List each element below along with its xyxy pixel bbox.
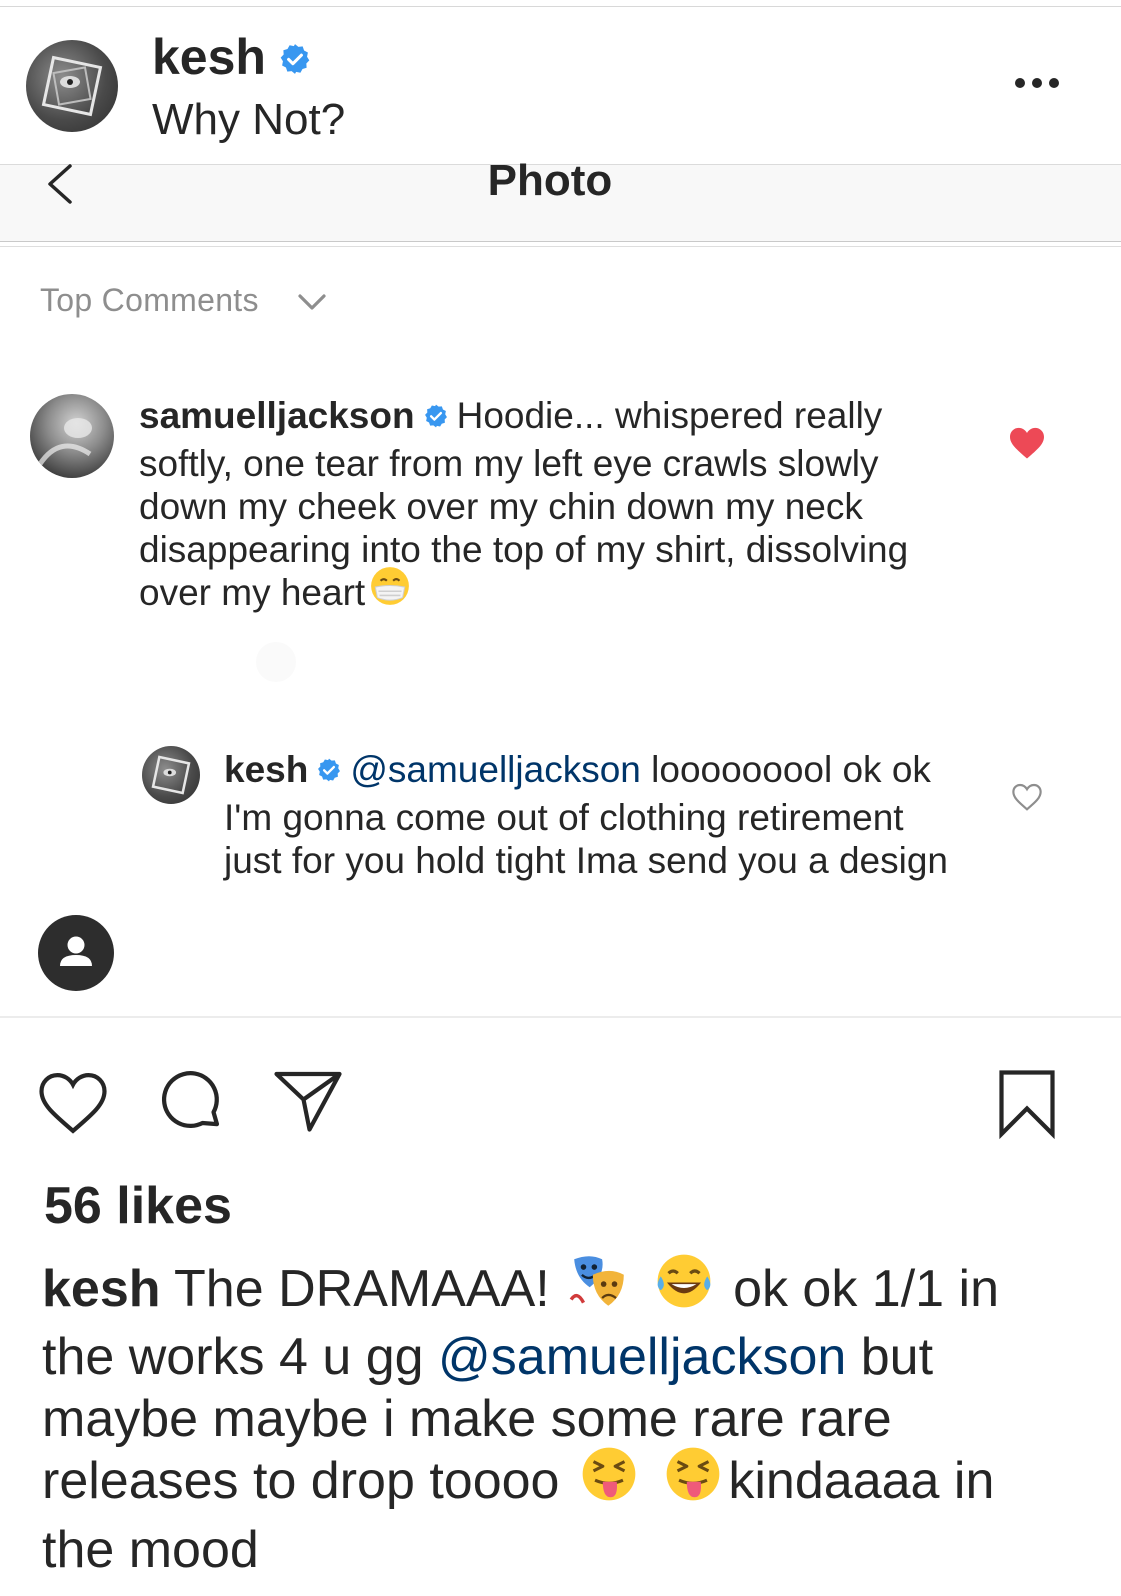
- squinting-tongue-emoji: [578, 1443, 640, 1519]
- likes-count[interactable]: 56 likes: [44, 1176, 232, 1236]
- post-caption: kesh The DRAMAAA! ok ok 1/1 in the works…: [42, 1254, 1042, 1581]
- reply-comment: kesh @samuelljackson looooooool ok ok I'm…: [224, 748, 964, 882]
- comment-username[interactable]: samuelljackson: [139, 395, 415, 436]
- medical-mask-emoji: [369, 565, 411, 616]
- verified-badge-icon: [278, 42, 312, 81]
- page-title: Photo: [487, 156, 613, 205]
- post-author-avatar[interactable]: [26, 40, 118, 132]
- divider: [0, 1016, 1121, 1018]
- heart-icon[interactable]: [37, 1070, 109, 1141]
- post-author-username[interactable]: kesh: [152, 28, 266, 86]
- comment-icon[interactable]: [158, 1068, 226, 1141]
- post-location[interactable]: Why Not?: [152, 95, 345, 145]
- comment: samuelljackson Hoodie... whispered really…: [139, 394, 959, 616]
- mention-link[interactable]: @samuelljackson: [350, 749, 641, 790]
- top-comments-sort[interactable]: Top Comments: [40, 282, 259, 319]
- share-icon[interactable]: [272, 1068, 344, 1139]
- divider: [256, 642, 296, 682]
- person-icon[interactable]: [38, 915, 114, 991]
- heart-icon[interactable]: [1010, 782, 1044, 817]
- squinting-tongue-emoji: [662, 1443, 724, 1519]
- chevron-down-icon[interactable]: [296, 292, 328, 319]
- verified-badge-icon: [423, 395, 449, 438]
- tears-of-joy-emoji: [653, 1250, 715, 1326]
- top-divider: [0, 6, 1121, 7]
- caption-text: The DRAMAAA!: [174, 1260, 550, 1318]
- performing-arts-emoji: [568, 1250, 630, 1326]
- mention-link[interactable]: @samuelljackson: [438, 1328, 846, 1386]
- comment-author-avatar[interactable]: [30, 394, 114, 478]
- verified-badge-icon: [316, 749, 342, 792]
- reply-author-avatar[interactable]: [142, 746, 200, 804]
- caption-username[interactable]: kesh: [42, 1260, 161, 1318]
- comment-username[interactable]: kesh: [224, 749, 308, 790]
- more-options-icon[interactable]: [1012, 70, 1062, 100]
- divider: [0, 246, 1121, 247]
- bookmark-icon[interactable]: [995, 1068, 1059, 1145]
- heart-icon[interactable]: [1008, 426, 1046, 465]
